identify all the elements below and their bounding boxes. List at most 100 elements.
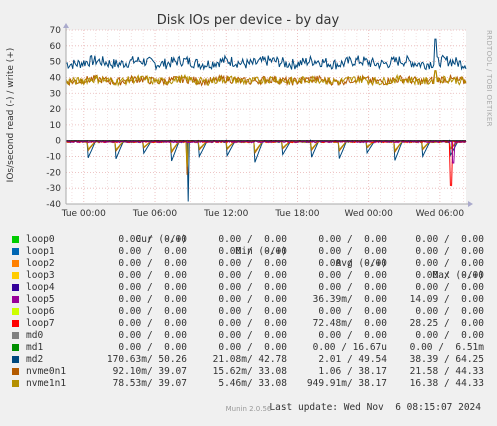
legend-min: 5.46m/ 33.08 xyxy=(218,378,287,389)
legend-max: 14.09 / 0.00 xyxy=(409,294,484,305)
legend-avg: 0.00 / 0.00 xyxy=(318,282,387,293)
y-tick-label: 20 xyxy=(50,105,62,115)
y-tick-label: -40 xyxy=(46,200,61,210)
legend-cur: 170.63m/ 50.26 xyxy=(106,354,187,365)
legend-max: 0.00 / 0.00 xyxy=(415,258,484,269)
legend-swatch xyxy=(12,380,19,387)
x-tick-label: Tue 00:00 xyxy=(61,209,106,219)
y-tick-label: 70 xyxy=(50,26,62,36)
legend-cur: 0.00 / 0.00 xyxy=(118,234,187,245)
y-tick-label: 60 xyxy=(50,42,62,52)
legend-name: loop2 xyxy=(26,258,55,269)
legend-name: loop7 xyxy=(26,318,55,329)
legend-swatch xyxy=(12,368,19,375)
legend-name: loop5 xyxy=(26,294,55,305)
legend-swatch xyxy=(12,236,19,243)
legend-item-loop1: loop1 0.00 / 0.00 0.00 / 0.00 0.00 / 0.00 0.… xyxy=(8,246,493,258)
legend-min: 0.00 / 0.00 xyxy=(218,246,287,257)
y-tick-label: 10 xyxy=(50,121,62,131)
legend-avg: 1.06 / 38.17 xyxy=(318,366,387,377)
y-tick-label: -20 xyxy=(46,168,61,178)
legend-cur: 0.00 / 0.00 xyxy=(118,330,187,341)
legend-item-loop4: loop4 0.00 / 0.00 0.00 / 0.00 0.00 / 0.00 0.… xyxy=(8,282,493,294)
legend-min: 0.00 / 0.00 xyxy=(218,330,287,341)
legend-min: 0.00 / 0.00 xyxy=(218,270,287,281)
legend-swatch xyxy=(12,260,19,267)
legend-item-loop3: loop3 0.00 / 0.00 0.00 / 0.00 0.00 / 0.00 0.… xyxy=(8,270,493,282)
legend-swatch xyxy=(12,248,19,255)
legend-max: 0.00 / 0.00 xyxy=(415,306,484,317)
x-tick-label: Wed 00:00 xyxy=(344,209,393,219)
y-tick-label: 40 xyxy=(50,73,62,83)
legend-swatch xyxy=(12,356,19,363)
legend-swatch xyxy=(12,332,19,339)
legend-min: 15.62m/ 33.08 xyxy=(212,366,287,377)
legend-max: 0.00 / 0.00 xyxy=(415,246,484,257)
legend-min: 0.00 / 0.00 xyxy=(218,294,287,305)
x-tick-label: Tue 12:00 xyxy=(203,209,248,219)
side-label: RRDTOOL / TOBI OETIKER xyxy=(485,30,493,127)
legend-min: 0.00 / 0.00 xyxy=(218,342,287,353)
y-axis-arrow-icon xyxy=(63,23,69,28)
legend-avg: 0.00 / 16.67u xyxy=(312,342,387,353)
legend-name: nvme1n1 xyxy=(26,378,67,389)
legend-cur: 0.00 / 0.00 xyxy=(118,270,187,281)
legend-avg: 0.00 / 0.00 xyxy=(318,330,387,341)
y-tick-label: -30 xyxy=(46,184,61,194)
legend-swatch xyxy=(12,320,19,327)
legend-cur: 0.00 / 0.00 xyxy=(118,306,187,317)
legend-max: 16.38 / 44.33 xyxy=(409,378,484,389)
legend-max: 21.58 / 44.33 xyxy=(409,366,484,377)
legend-name: loop0 xyxy=(26,234,55,245)
legend-swatch xyxy=(12,344,19,351)
legend-name: md1 xyxy=(26,342,44,353)
legend-swatch xyxy=(12,296,19,303)
legend-name: loop3 xyxy=(26,270,55,281)
chart-title: Disk IOs per device - by day xyxy=(157,13,340,28)
legend-max: 0.00 / 0.00 xyxy=(415,234,484,245)
legend-name: nvme0n1 xyxy=(26,366,67,377)
legend-avg: 0.00 / 0.00 xyxy=(318,270,387,281)
legend-avg: 949.91m/ 38.17 xyxy=(306,378,387,389)
legend-name: md0 xyxy=(26,330,44,341)
y-tick-label: 30 xyxy=(50,89,62,99)
legend-item-nvme1n1: nvme1n1 78.53m/ 39.07 5.46m/ 33.08 949.91m/… xyxy=(8,378,493,390)
legend-swatch xyxy=(12,284,19,291)
y-tick-label: -10 xyxy=(46,153,61,163)
legend-max: 0.00 / 0.00 xyxy=(415,270,484,281)
footer: Munin 2.0.56 xyxy=(225,405,272,413)
legend-avg: 0.00 / 0.00 xyxy=(318,258,387,269)
y-tick-label: 50 xyxy=(50,58,62,68)
legend-avg: 2.01 / 49.54 xyxy=(318,354,387,365)
y-axis-label: IOs/second read (-) / write (+) xyxy=(6,48,16,183)
legend-cur: 0.00 / 0.00 xyxy=(118,318,187,329)
legend-cur: 0.00 / 0.00 xyxy=(118,294,187,305)
legend-max: 0.00 / 0.00 xyxy=(415,282,484,293)
legend-cur: 0.00 / 0.00 xyxy=(118,258,187,269)
legend-header: Cur (-/+) Min (-/+) Avg (-/+) Max (-/+) xyxy=(8,222,493,281)
legend-item-md1: md1 0.00 / 0.00 0.00 / 0.00 0.00 / 16.67u 0.… xyxy=(8,342,493,354)
legend-item-nvme0n1: nvme0n1 92.10m/ 39.07 15.62m/ 33.08 1.06 / … xyxy=(8,366,493,378)
legend-cur: 0.00 / 0.00 xyxy=(118,282,187,293)
legend-item-md0: md0 0.00 / 0.00 0.00 / 0.00 0.00 / 0.00 0.00… xyxy=(8,330,493,342)
legend-name: loop1 xyxy=(26,246,55,257)
legend-avg: 36.39m/ 0.00 xyxy=(312,294,387,305)
plot-area xyxy=(66,30,466,204)
legend-min: 0.00 / 0.00 xyxy=(218,258,287,269)
legend-max: 0.00 / 6.51m xyxy=(409,342,484,353)
legend: Cur (-/+) Min (-/+) Avg (-/+) Max (-/+) … xyxy=(8,222,493,413)
last-update: Last update: Wed Nov 6 08:15:07 2024 xyxy=(8,390,493,413)
x-tick-label: Tue 18:00 xyxy=(274,209,319,219)
legend-item-loop0: loop0 0.00 / 0.00 0.00 / 0.00 0.00 / 0.00 0.… xyxy=(8,234,493,246)
legend-max: 0.00 / 0.00 xyxy=(415,330,484,341)
legend-min: 0.00 / 0.00 xyxy=(218,318,287,329)
legend-item-loop5: loop5 0.00 / 0.00 0.00 / 0.00 36.39m/ 0.00 1… xyxy=(8,294,493,306)
legend-avg: 0.00 / 0.00 xyxy=(318,234,387,245)
legend-min: 0.00 / 0.00 xyxy=(218,306,287,317)
legend-cur: 0.00 / 0.00 xyxy=(118,342,187,353)
x-tick-label: Wed 06:00 xyxy=(416,209,465,219)
legend-max: 28.25 / 0.00 xyxy=(409,318,484,329)
legend-name: loop6 xyxy=(26,306,55,317)
legend-max: 38.39 / 64.25 xyxy=(409,354,484,365)
legend-avg: 0.00 / 0.00 xyxy=(318,246,387,257)
